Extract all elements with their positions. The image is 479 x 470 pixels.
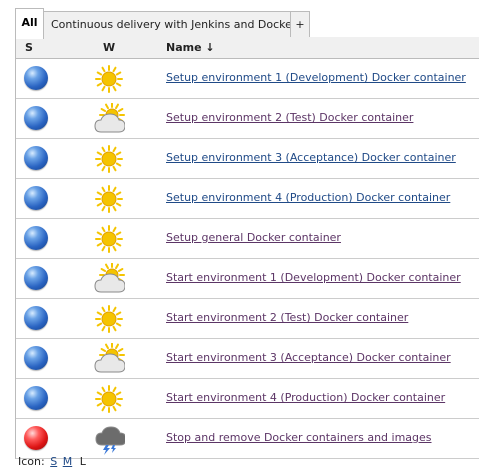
table-row: Start environment 1 (Development) Docker… (16, 259, 479, 299)
weather-column-header[interactable]: W (103, 37, 115, 58)
job-link[interactable]: Setup environment 2 (Test) Docker contai… (166, 111, 413, 124)
table-row: Setup environment 2 (Test) Docker contai… (16, 99, 479, 139)
partly-cloudy-weather-icon (93, 342, 126, 375)
build-success-ball-icon[interactable] (24, 266, 48, 290)
partly-cloudy-weather-icon (93, 102, 126, 135)
job-link[interactable]: Setup general Docker container (166, 231, 341, 244)
job-link[interactable]: Stop and remove Docker containers and im… (166, 431, 432, 444)
view-tabs: All Continuous delivery with Jenkins and… (15, 8, 479, 39)
add-view-tab[interactable]: + (290, 11, 310, 37)
sunny-weather-icon (93, 383, 125, 415)
icon-size-large-current: L (79, 455, 86, 468)
tab-continuous-delivery[interactable]: Continuous delivery with Jenkins and Doc… (43, 11, 296, 37)
job-rows: Setup environment 1 (Development) Docker… (16, 59, 479, 459)
job-link[interactable]: Start environment 4 (Production) Docker … (166, 391, 445, 404)
status-column-header[interactable]: S (25, 37, 33, 58)
partly-cloudy-weather-icon (93, 262, 126, 295)
table-row: Start environment 4 (Production) Docker … (16, 379, 479, 419)
build-failed-ball-icon[interactable] (24, 426, 48, 450)
build-success-ball-icon[interactable] (24, 66, 48, 90)
name-column-header[interactable]: Name ↓ (166, 37, 215, 58)
icon-size-selector: Icon: S M L (18, 455, 86, 468)
job-link[interactable]: Start environment 3 (Acceptance) Docker … (166, 351, 451, 364)
sunny-weather-icon (93, 183, 125, 215)
icon-size-small-link[interactable]: S (50, 455, 57, 468)
icon-size-label: Icon: (18, 455, 45, 468)
sunny-weather-icon (93, 143, 125, 175)
table-row: Setup environment 4 (Production) Docker … (16, 179, 479, 219)
table-row: Setup environment 1 (Development) Docker… (16, 59, 479, 99)
job-table: S W Name ↓ Setup environment 1 (Developm… (15, 37, 479, 459)
table-row: Start environment 2 (Test) Docker contai… (16, 299, 479, 339)
job-link[interactable]: Setup environment 3 (Acceptance) Docker … (166, 151, 456, 164)
job-link[interactable]: Start environment 2 (Test) Docker contai… (166, 311, 408, 324)
job-link[interactable]: Start environment 1 (Development) Docker… (166, 271, 461, 284)
sunny-weather-icon (93, 223, 125, 255)
job-link[interactable]: Setup environment 4 (Production) Docker … (166, 191, 450, 204)
sunny-weather-icon (93, 303, 125, 335)
thunderstorm-weather-icon (93, 423, 127, 455)
tab-all[interactable]: All (15, 8, 44, 39)
table-header: S W Name ↓ (16, 37, 479, 59)
build-success-ball-icon[interactable] (24, 106, 48, 130)
build-success-ball-icon[interactable] (24, 386, 48, 410)
sunny-weather-icon (93, 63, 125, 95)
build-success-ball-icon[interactable] (24, 306, 48, 330)
build-success-ball-icon[interactable] (24, 186, 48, 210)
build-success-ball-icon[interactable] (24, 226, 48, 250)
job-link[interactable]: Setup environment 1 (Development) Docker… (166, 71, 466, 84)
table-row: Setup environment 3 (Acceptance) Docker … (16, 139, 479, 179)
icon-size-medium-link[interactable]: M (63, 455, 73, 468)
build-success-ball-icon[interactable] (24, 146, 48, 170)
build-success-ball-icon[interactable] (24, 346, 48, 370)
table-row: Setup general Docker container (16, 219, 479, 259)
table-row: Stop and remove Docker containers and im… (16, 419, 479, 459)
table-row: Start environment 3 (Acceptance) Docker … (16, 339, 479, 379)
